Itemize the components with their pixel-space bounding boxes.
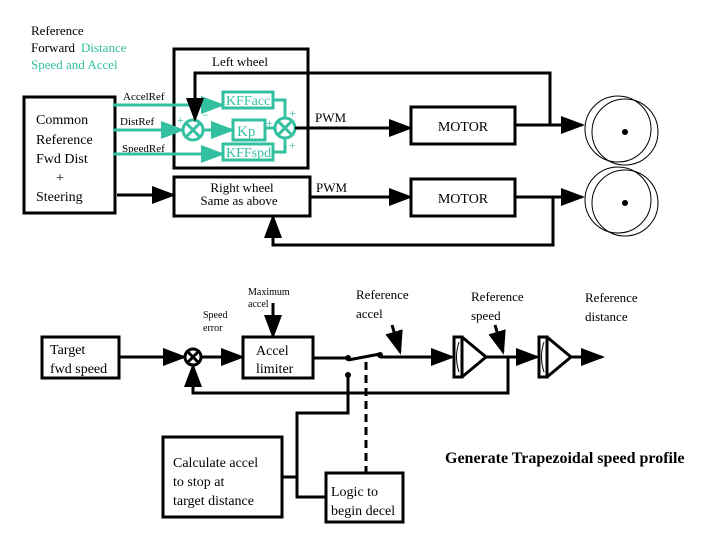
wheel-icon	[584, 95, 659, 166]
motor-label: MOTOR	[438, 120, 489, 135]
dist-ref-label: DistRef	[120, 116, 155, 128]
plus-sign: +	[177, 113, 184, 127]
common-line: Steering	[36, 190, 83, 205]
left-wheel-label: Left wheel	[212, 54, 268, 69]
integrator-icon	[537, 335, 574, 379]
pwm-label: PWM	[316, 180, 348, 195]
decel-switch	[347, 352, 381, 362]
ref-accel-label: Reference	[356, 287, 409, 302]
common-line: Common	[36, 113, 88, 128]
target-label: Target	[50, 343, 85, 358]
plus-sign: +	[289, 138, 296, 152]
calc-label: Calculate accel	[173, 456, 258, 471]
kffspd-label: KFFspd	[226, 146, 271, 161]
plus-sign: +	[289, 106, 296, 120]
wheel-icon	[584, 166, 659, 237]
logic-label: begin decel	[331, 504, 395, 519]
accel-ref-label: AccelRef	[123, 91, 165, 103]
plus-sign: +	[266, 116, 273, 130]
title-line1: Reference	[31, 23, 84, 38]
motor-label: MOTOR	[438, 192, 489, 207]
max-accel-label: Maximum	[248, 287, 290, 298]
pwm-label: PWM	[315, 110, 347, 125]
ref-speed-label: speed	[471, 308, 501, 323]
title-line2b: Distance	[81, 40, 127, 55]
limiter-label: limiter	[256, 362, 294, 377]
calc-label: to stop at	[173, 475, 224, 490]
target-label: fwd speed	[50, 362, 107, 377]
common-line: Fwd Dist	[36, 152, 88, 167]
ref-distance-label: distance	[585, 309, 628, 324]
control-diagram: Reference Forward Distance Speed and Acc…	[22, 23, 685, 524]
integrator-icon	[452, 335, 489, 379]
right-wheel-sublabel: Same as above	[200, 193, 277, 208]
ref-speed-label: Reference	[471, 289, 524, 304]
speed-error-label: error	[203, 323, 223, 334]
title-line2a: Forward	[31, 40, 76, 55]
limiter-label: Accel	[256, 344, 289, 359]
ref-accel-label: accel	[356, 306, 383, 321]
profile-caption: Generate Trapezoidal speed profile	[445, 450, 685, 467]
ref-distance-label: Reference	[585, 290, 638, 305]
logic-label: Logic to	[331, 485, 378, 500]
max-accel-label: accel	[248, 299, 269, 310]
minus-sign: −	[202, 108, 209, 122]
common-line: +	[56, 171, 64, 186]
kp-label: Kp	[237, 124, 255, 140]
title-line3: Speed and Accel	[31, 57, 118, 72]
common-line: Reference	[36, 133, 93, 148]
calc-label: target distance	[173, 494, 254, 509]
speed-error-label: Speed	[203, 310, 227, 321]
kffacc-label: KFFacc	[226, 94, 270, 109]
